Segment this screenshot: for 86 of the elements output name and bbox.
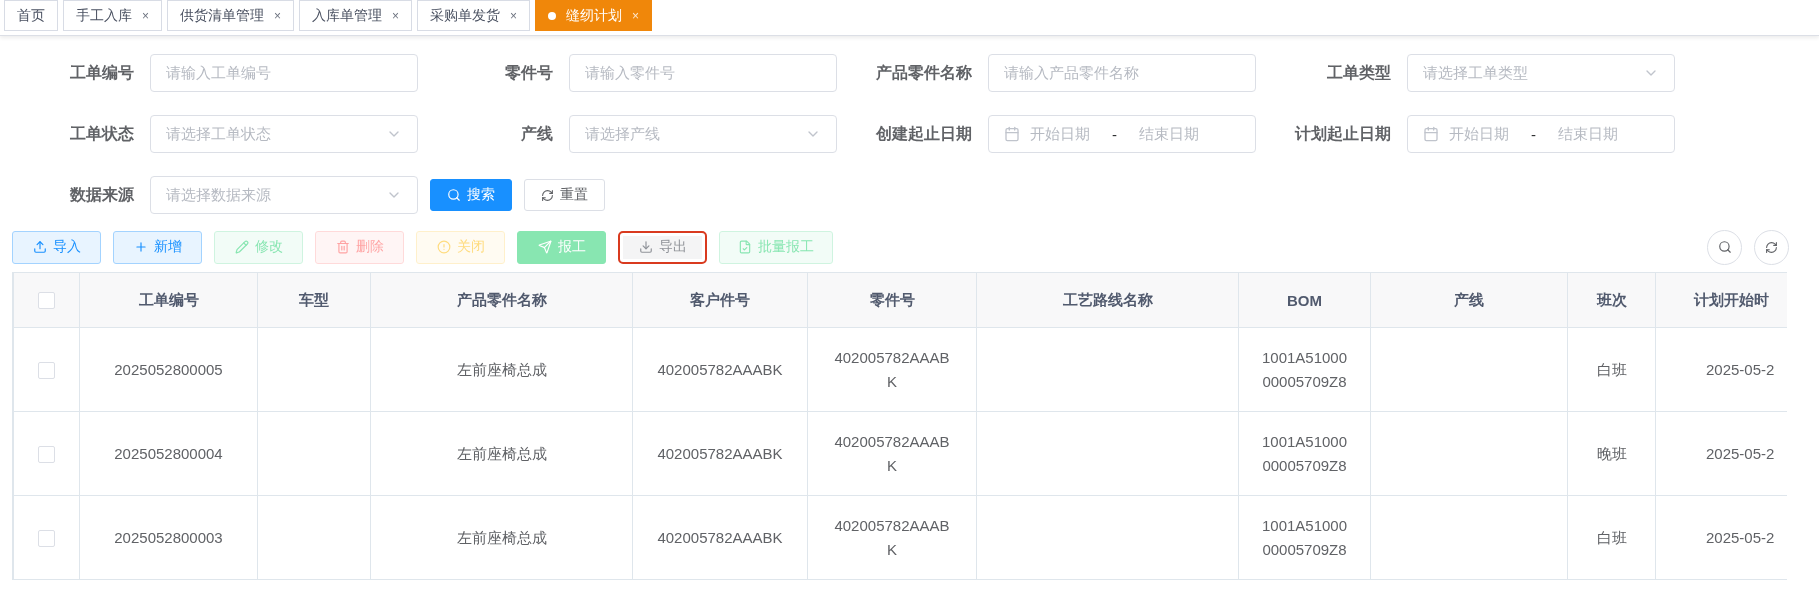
column-header: 产品零件名称 [370, 272, 633, 328]
text-input[interactable]: 请输入产品零件名称 [988, 54, 1256, 92]
column-header: 产线 [1370, 272, 1568, 328]
checkbox[interactable] [38, 292, 55, 310]
page-tab[interactable]: 缝纫计划 × [535, 0, 653, 31]
send-icon [537, 240, 552, 254]
table-cell-text: 402005782AAABK [833, 515, 951, 560]
refresh-icon [1765, 240, 1778, 254]
table-cell-text: 左前座椅总成 [456, 527, 547, 548]
field-label: 工单类型 [1326, 62, 1391, 83]
toolbar-button[interactable]: 导出 [618, 230, 707, 264]
pencil-icon [234, 240, 249, 254]
table-cell-text: 1001A5100000005709Z8 [1260, 431, 1349, 476]
page-tab[interactable]: 首页 [4, 0, 58, 31]
page-tab[interactable]: 入库单管理 × [299, 0, 413, 31]
field-label: 工单编号 [69, 62, 134, 83]
table-cell-text: 白班 [1596, 527, 1627, 548]
column-header: BOM [1238, 272, 1371, 328]
plus-icon [133, 240, 148, 254]
column-header: 工单编号 [79, 272, 258, 328]
field-label: 创建起止日期 [875, 123, 972, 144]
table-cell-text: 1001A5100000005709Z8 [1260, 515, 1349, 560]
table-cell-text: 402005782AAABK [657, 359, 783, 380]
select-field[interactable]: 请选择工单状态 [150, 115, 418, 153]
download-icon [638, 240, 653, 254]
calendar-icon [1004, 126, 1020, 142]
field-label: 产品零件名称 [875, 62, 972, 83]
refresh-button[interactable] [1754, 229, 1789, 265]
field-label: 产线 [520, 123, 553, 144]
column-header: 班次 [1567, 272, 1656, 328]
date-range-field[interactable]: 开始日期 - 结束日期 [988, 115, 1256, 153]
table-cell-text: 2025052800003 [114, 527, 223, 548]
trash-icon [335, 240, 350, 254]
date-range-field[interactable]: 开始日期 - 结束日期 [1407, 115, 1675, 153]
field-label: 工单状态 [69, 123, 134, 144]
status-dot [548, 11, 557, 20]
close-icon[interactable]: × [142, 8, 149, 23]
close-icon[interactable]: × [510, 8, 518, 23]
checkbox[interactable] [38, 445, 55, 463]
close-icon[interactable]: × [632, 8, 640, 23]
table-cell-text: 白班 [1596, 359, 1627, 380]
file-check-icon [738, 240, 752, 254]
alert-icon [436, 240, 451, 254]
table-cell-text: 402005782AAABK [833, 347, 951, 392]
page-tab[interactable]: 供货清单管理 × [167, 0, 295, 31]
column-header: 车型 [257, 272, 371, 328]
search-button[interactable] [1707, 229, 1742, 265]
close-icon[interactable]: × [392, 8, 400, 23]
field-label: 数据来源 [69, 184, 134, 205]
table-cell-text: 2025052800005 [114, 359, 223, 380]
select-field[interactable]: 请选择数据来源 [150, 176, 418, 214]
select-field[interactable]: 请选择工单类型 [1407, 54, 1675, 92]
page-tab[interactable]: 手工入库 × [63, 0, 162, 31]
text-input[interactable]: 请输入工单编号 [150, 54, 418, 92]
upload-icon [32, 240, 47, 254]
table-cell-text: 2025-05-2 [1706, 443, 1775, 464]
toolbar-button[interactable]: 新增 [113, 230, 202, 264]
column-header: 工艺路线名称 [976, 272, 1239, 328]
page-tab[interactable]: 采购单发货 × [417, 0, 531, 31]
checkbox[interactable] [38, 361, 55, 379]
table-cell-text: 左前座椅总成 [456, 359, 547, 380]
column-header: 客户件号 [632, 272, 808, 328]
field-label: 零件号 [504, 62, 553, 83]
table-cell-text: 左前座椅总成 [456, 443, 547, 464]
table-cell-text: 1001A5100000005709Z8 [1260, 347, 1349, 392]
refresh-icon [541, 188, 554, 202]
table-cell-text: 2025-05-2 [1706, 359, 1775, 380]
table-cell-text: 2025-05-2 [1706, 527, 1775, 548]
select-field[interactable]: 请选择产线 [569, 115, 837, 153]
column-header: 零件号 [807, 272, 977, 328]
field-label: 计划起止日期 [1293, 123, 1391, 144]
table-cell-text: 402005782AAABK [657, 443, 783, 464]
search-icon [1717, 240, 1732, 254]
table-cell-text: 402005782AAABK [657, 527, 783, 548]
calendar-icon [1423, 126, 1439, 142]
table-cell-text: 晚班 [1596, 443, 1627, 464]
column-header: 计划开始时 [1655, 272, 1787, 328]
text-input[interactable]: 请输入零件号 [569, 54, 837, 92]
table-cell-text: 2025052800004 [114, 443, 223, 464]
table-cell-text: 402005782AAABK [833, 431, 951, 476]
search-button[interactable]: 搜索 [430, 179, 512, 211]
reset-button[interactable]: 重置 [524, 179, 605, 211]
toolbar-button[interactable]: 导入 [12, 230, 101, 264]
search-icon [447, 188, 461, 202]
close-icon[interactable]: × [274, 8, 282, 23]
checkbox[interactable] [38, 529, 55, 547]
